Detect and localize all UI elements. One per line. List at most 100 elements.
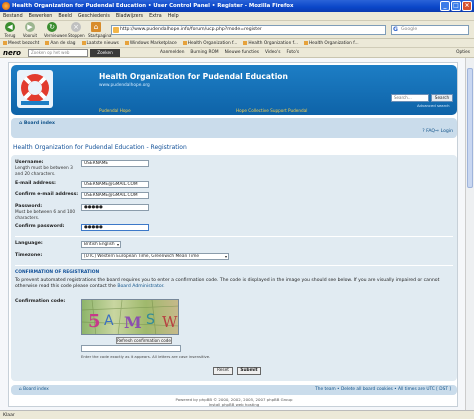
site-header: Health Organization for Pudendal Educati… (11, 65, 457, 115)
vertical-scrollbar[interactable] (465, 58, 474, 410)
home-button[interactable]: ⌂ Startpagina (88, 22, 111, 38)
menu-tools[interactable]: Extra (149, 12, 162, 20)
close-button[interactable]: × (462, 1, 472, 11)
scrollbar-thumb[interactable] (467, 68, 473, 188)
nero-item[interactable]: Nieuwe functies (225, 48, 259, 58)
confirmation-code-input[interactable] (81, 345, 181, 352)
footer-board-index-link[interactable]: ⌂ Board index (19, 385, 49, 395)
navigation-toolbar: ◀ Terug ▶ Vooruit ↻ Vernieuwen × Stoppen ⌂ St… (0, 21, 474, 39)
breadcrumb-bar: ⌂ Board index ? FAQ ⇨ Login (11, 118, 457, 138)
login-link[interactable]: ⇨ Login (435, 129, 453, 134)
password-label: Password: (15, 204, 43, 209)
forum-page: Health Organization for Pudendal Educati… (8, 62, 458, 407)
confirm-email-input[interactable]: USERNAME@GMAIL.COM (81, 192, 149, 199)
bookmarks-toolbar: Meest bezocht Aan de slag Laatste nieuws… (0, 39, 474, 48)
nero-toolbar: nero Zoeken op het web Zoeken Aanmelden … (0, 48, 474, 58)
language-select[interactable]: British English (81, 241, 121, 248)
window-title: Health Organization for Pudendal Educati… (12, 3, 294, 9)
site-description: www.pudendalhope.org (99, 83, 150, 88)
bookmark-item[interactable]: Laatste nieuws (82, 39, 119, 47)
email-label: E-mail address: (15, 181, 56, 186)
board-index-link[interactable]: ⌂ Board index (19, 121, 55, 126)
reload-button[interactable]: ↻ Vernieuwen (44, 22, 67, 38)
svg-text:W: W (162, 313, 178, 331)
forward-arrow-icon: ▶ (25, 22, 35, 32)
bookmark-item[interactable]: Aan de slag (45, 39, 75, 47)
nero-item[interactable]: Aanmelden (160, 48, 184, 58)
registration-panel: Username: Length must be between 3 and 2… (11, 155, 457, 381)
menu-view[interactable]: Beeld (58, 12, 72, 20)
divider (15, 265, 453, 266)
username-hint: Length must be between 3 and 20 characte… (15, 166, 73, 177)
forum-search-input[interactable]: Search… (391, 94, 429, 102)
menu-history[interactable]: Geschiedenis (78, 12, 110, 20)
header-link-right[interactable]: Hope Collective Support Pudendal (236, 108, 307, 113)
registration-heading: Health Organization for Pudendal Educati… (13, 144, 187, 151)
captcha-image: 5 A M S W (81, 299, 179, 335)
nero-search-button[interactable]: Zoeken (90, 49, 120, 57)
nero-logo: nero (3, 49, 21, 57)
password-hint: Must be between 6 and 100 characters. (15, 210, 76, 221)
footer-nav-bar: ⌂ Board index The team • Delete all boar… (11, 385, 457, 395)
nero-item[interactable]: Video's (265, 48, 280, 58)
url-bar[interactable]: http://www.pudendalhope.info/forum/ucp.p… (111, 25, 386, 35)
confirm-password-label: Confirm password: (15, 224, 65, 229)
confirmation-heading: CONFIRMATION OF REGISTRATION (15, 270, 100, 275)
reset-button[interactable]: Reset (213, 367, 233, 375)
menu-help[interactable]: Help (168, 12, 179, 20)
google-icon: G (393, 26, 398, 33)
menu-bookmarks[interactable]: Bladwijzers (116, 12, 143, 20)
stop-button[interactable]: × Stoppen (68, 22, 85, 38)
password-input[interactable]: ●●●●● (81, 204, 149, 211)
confirmation-code-label: Confirmation code: (15, 299, 66, 304)
bookmark-item[interactable]: Health Organization f... (183, 39, 238, 47)
email-input[interactable]: USERNAME@GMAIL.COM (81, 181, 149, 188)
svg-text:A: A (104, 313, 114, 329)
bookmark-item[interactable]: Health Organization f... (304, 39, 359, 47)
username-input[interactable]: USERNAME (81, 160, 149, 167)
copyright: Powered by phpBB © 2000, 2002, 2005, 200… (9, 397, 459, 407)
nero-item[interactable]: Foto's (286, 48, 299, 58)
stop-icon: × (71, 22, 81, 32)
page-viewport: Health Organization for Pudendal Educati… (0, 58, 465, 410)
life-ring-logo-icon (17, 70, 53, 108)
confirm-password-input[interactable]: ●●●●● (81, 224, 149, 231)
bookmark-item[interactable]: Health Organization f... (243, 39, 298, 47)
back-button[interactable]: ◀ Terug (2, 22, 18, 38)
bookmark-item[interactable]: Meest bezocht (3, 39, 39, 47)
nero-search-input[interactable]: Zoeken op het web (28, 49, 88, 57)
home-icon: ⌂ (91, 22, 101, 32)
username-label: Username: (15, 160, 44, 165)
confirm-email-label: Confirm e-mail address: (15, 192, 79, 197)
search-engine-box[interactable]: G Google (391, 25, 469, 35)
board-administrator-link[interactable]: Board Administrator. (117, 284, 164, 289)
confirmation-code-hint: Enter the code exactly as it appears. Al… (81, 354, 211, 359)
faq-link[interactable]: ? FAQ (422, 129, 435, 134)
hosting-link[interactable]: Install phpBB web hosting (9, 402, 459, 407)
forward-button[interactable]: ▶ Vooruit (22, 22, 38, 38)
timezone-select[interactable]: [UTC] Western European Time, Greenwich M… (81, 253, 229, 260)
menu-file[interactable]: Bestand (3, 12, 23, 20)
nero-item[interactable]: Burning ROM (190, 48, 218, 58)
window-titlebar: Health Organization for Pudendal Educati… (0, 0, 474, 12)
status-bar: Klaar (0, 410, 474, 419)
menu-bar: Bestand Bewerken Beeld Geschiedenis Blad… (0, 12, 474, 21)
nero-options[interactable]: Opties (456, 48, 470, 58)
site-title: Health Organization for Pudendal Educati… (99, 72, 288, 81)
refresh-code-button[interactable]: Refresh confirmation code (116, 337, 172, 344)
header-link-left[interactable]: Pudendal Hope (99, 108, 131, 113)
divider (15, 236, 453, 237)
minimize-button[interactable]: _ (440, 1, 450, 11)
forum-search-button[interactable]: Search (431, 94, 453, 102)
svg-text:M: M (124, 313, 142, 332)
svg-text:5: 5 (88, 311, 101, 332)
submit-button[interactable]: Submit (237, 367, 261, 375)
firefox-icon (2, 2, 10, 10)
page-icon (113, 27, 119, 33)
maximize-button[interactable]: □ (451, 1, 461, 11)
footer-links[interactable]: The team • Delete all board cookies • Al… (315, 385, 451, 395)
advanced-search-link[interactable]: Advanced search (417, 103, 450, 108)
bookmark-item[interactable]: Windows Marketplace (125, 39, 177, 47)
menu-edit[interactable]: Bewerken (29, 12, 53, 20)
reload-icon: ↻ (47, 22, 57, 32)
